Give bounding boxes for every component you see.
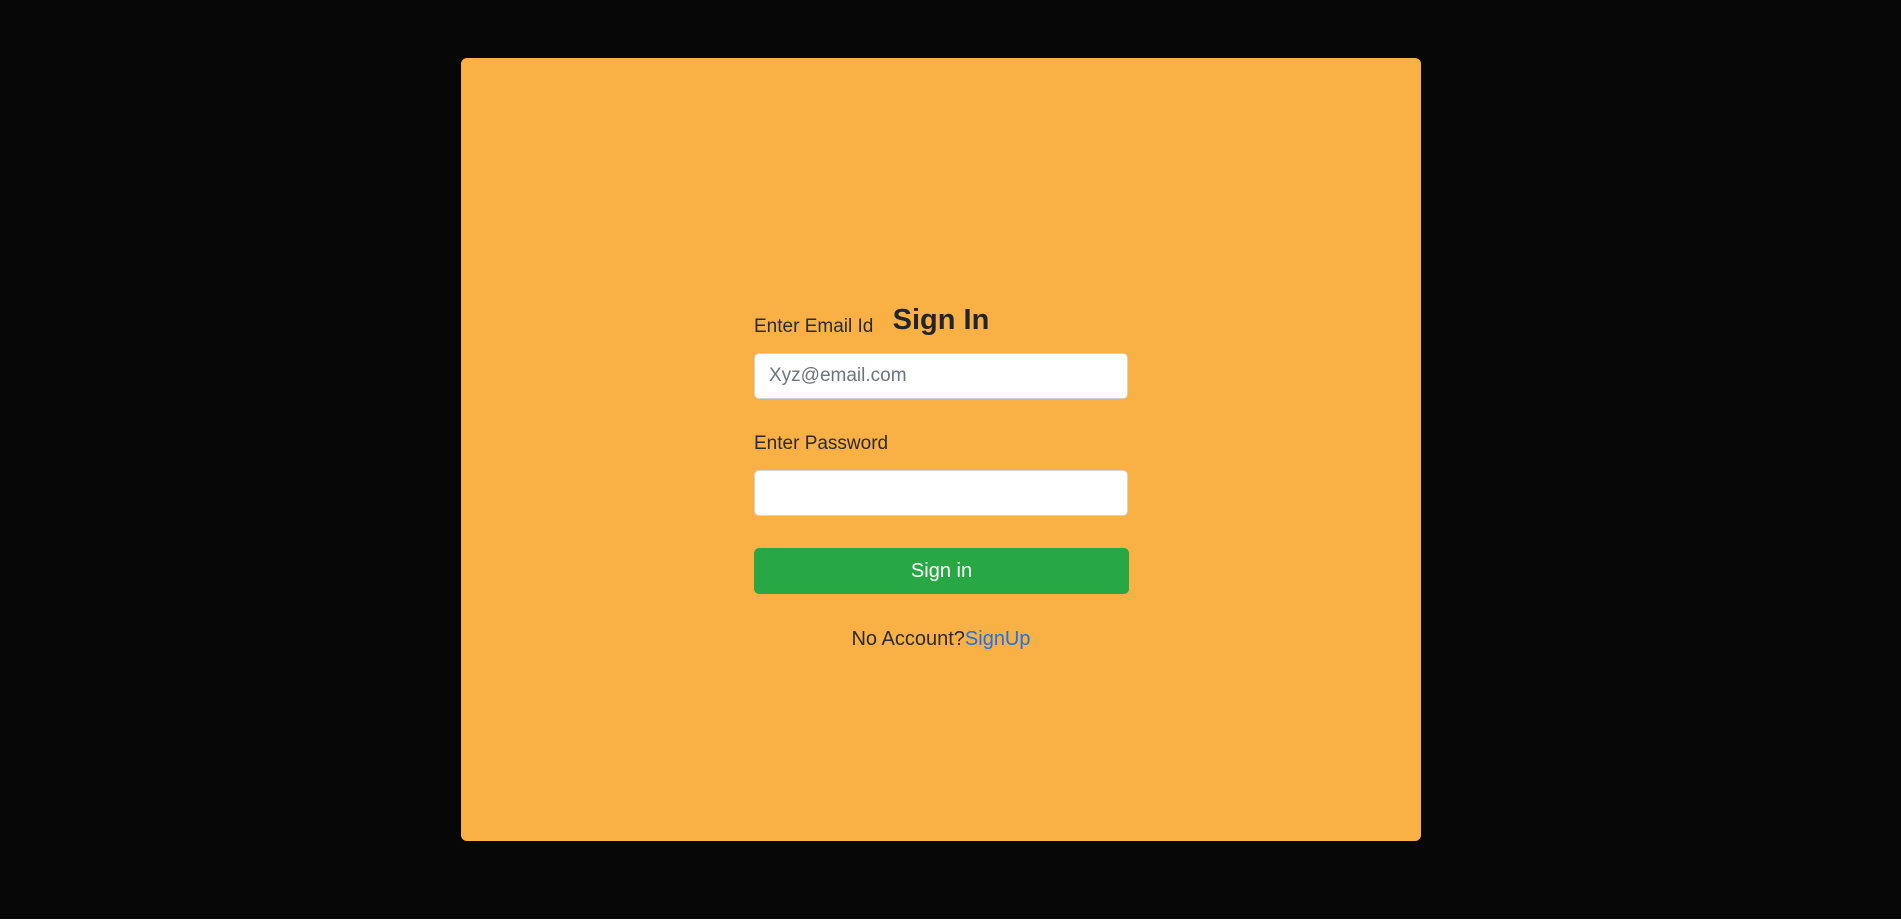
page-title: Sign In [892, 304, 990, 336]
signup-link[interactable]: SignUp [965, 628, 1031, 650]
no-account-text: No Account? [851, 628, 965, 650]
password-label: Enter Password [754, 433, 889, 454]
signin-card: Sign In Enter Email Id Enter Password Si… [461, 58, 1421, 841]
email-input[interactable] [754, 353, 1128, 399]
password-input[interactable] [754, 470, 1128, 516]
sign-in-button[interactable]: Sign in [754, 548, 1129, 594]
email-label: Enter Email Id [754, 316, 874, 337]
signup-prompt: No Account?SignUp [461, 628, 1421, 651]
